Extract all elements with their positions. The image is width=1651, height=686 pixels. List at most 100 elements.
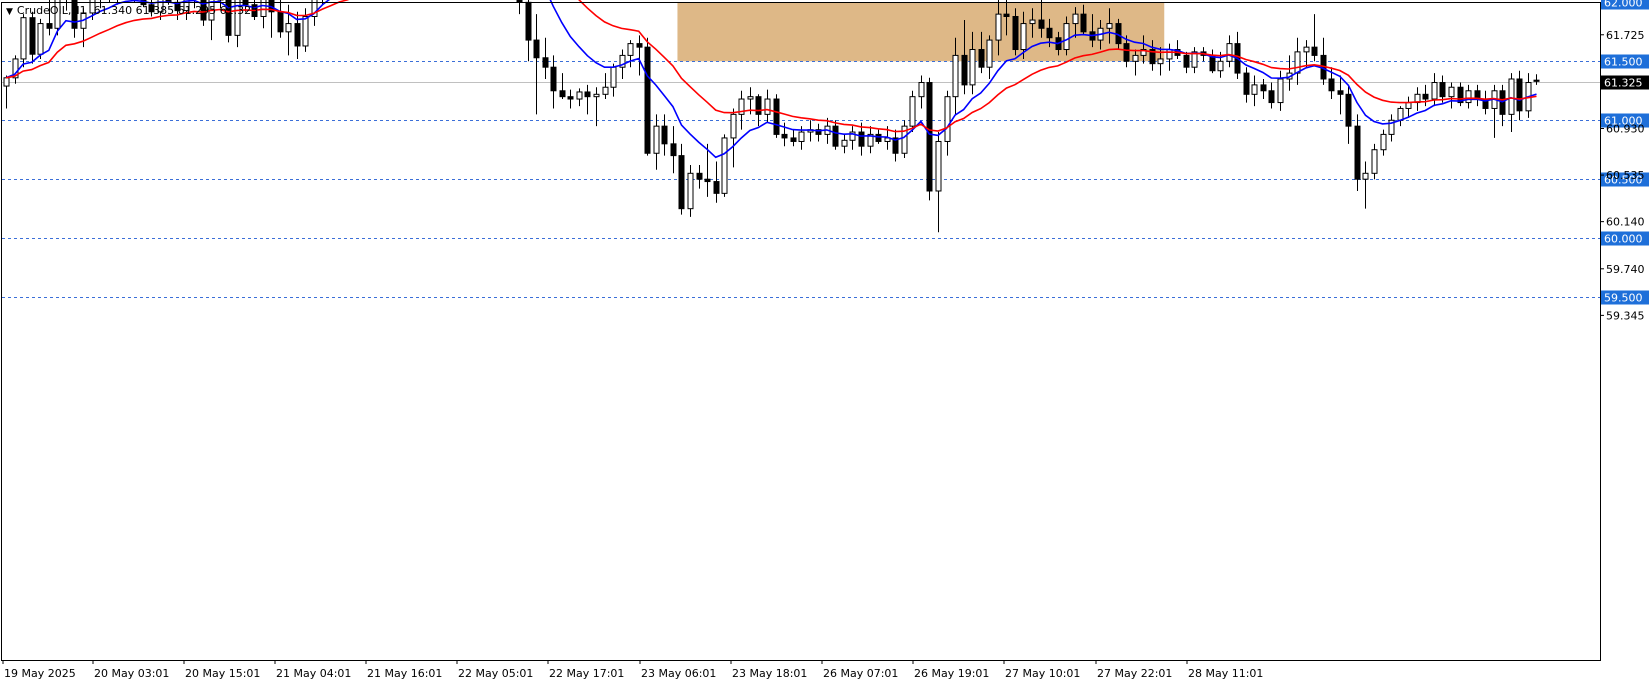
candle-bull [1217,60,1224,72]
candle-bull [952,54,959,98]
candle-bear [1311,46,1318,56]
candle-bull [1371,149,1378,174]
x-tick-label: 28 May 11:01 [1188,667,1263,680]
x-tick-label: 27 May 10:01 [1005,667,1080,680]
x-tick-label: 21 May 16:01 [367,667,442,680]
candle-bear [790,137,797,142]
x-tick-label: 21 May 04:01 [276,667,351,680]
candle-bull [730,113,737,139]
candle-bear [875,133,882,142]
current-price-label: 61.325 [1604,77,1643,90]
candle-bull [1465,90,1472,104]
x-tick-label: 22 May 05:01 [458,667,533,680]
y-tick-label: 60.930 [1606,123,1645,136]
x-tick-label: 20 May 15:01 [185,667,260,680]
x-tick-label: 20 May 03:01 [94,667,169,680]
x-tick-label: 19 May 2025 [4,667,76,680]
candle-bear [277,11,284,33]
candle-bull [1362,172,1369,180]
x-tick-label: 22 May 17:01 [549,667,624,680]
candle-bull [1397,107,1404,121]
candle-bull [1431,82,1438,100]
candle-bear [1422,93,1429,100]
candle-bull [593,93,600,98]
candle-bull [1380,133,1387,151]
candle-bear [525,1,532,41]
candle-bull [841,139,848,147]
candle-bear [704,178,711,183]
price-chart[interactable]: 64.00063.50063.00062.50062.00061.50061.0… [0,0,1651,682]
candle-bear [550,66,557,92]
candle-bull [3,77,10,87]
candle-bull [1132,54,1139,62]
candle-bear [858,131,865,147]
candle-bull [1226,43,1233,62]
candle-bear [1516,78,1523,112]
triangle-down-icon[interactable]: ▼ [6,7,13,17]
candle-bull [653,125,660,154]
y-tick-label: 59.345 [1606,309,1645,322]
candle-bull [627,43,634,56]
y-tick-label: 60.140 [1606,216,1645,229]
candle-bear [678,155,685,210]
candle-bull [935,140,942,192]
candle-bear [1345,93,1352,127]
candle-bull [1106,23,1113,29]
candle-bear [670,143,677,157]
y-tick-label: 61.725 [1606,29,1645,42]
chart-root[interactable]: 64.00063.50063.00062.50062.00061.50061.0… [0,0,1651,682]
candle-bear [584,91,591,98]
candle-bull [1020,23,1027,51]
candle-bear [661,125,668,145]
x-tick-label: 26 May 07:01 [823,667,898,680]
candle-bear [516,0,523,3]
candle-bear [636,43,643,48]
candle-bull [1251,84,1258,95]
level-label: 62.000 [1604,0,1643,10]
candle-bear [46,23,53,29]
candle-bull [37,23,44,55]
x-tick-label: 27 May 22:01 [1097,667,1172,680]
level-label: 59.500 [1604,292,1643,305]
candle-bull [944,96,951,142]
y-tick-label: 59.740 [1606,263,1645,276]
candle-bear [1183,54,1190,68]
candle-bull [969,49,976,86]
candle-bear [294,23,301,47]
candle-bear [1003,13,1010,17]
candle-bear [1012,15,1019,51]
candle-bear [773,98,780,135]
candle-bull [610,66,617,88]
candle-bull [1072,13,1079,25]
x-tick-label: 26 May 19:01 [914,667,989,680]
candle-bear [1354,125,1361,180]
candle-bear [696,172,703,180]
candle-bull [747,96,754,100]
candle-bear [1123,43,1130,62]
candle-bear [978,49,985,68]
candle-bull [764,98,771,115]
candle-bear [781,133,788,139]
chart-header: ▼ CrudeOIL,H1 61.340 61.385 61.295 61.325 [6,4,258,17]
x-tick-label: 23 May 18:01 [732,667,807,680]
candle-bull [721,137,728,194]
candle-bull [1277,78,1284,104]
candle-bear [1038,19,1045,29]
candle-bear [1328,78,1335,92]
candle-bull [1157,58,1164,65]
candle-bull [1405,102,1412,109]
candle-bear [542,57,549,68]
candle-bear [559,90,566,98]
candle-bear [1080,13,1087,33]
candle-bull [798,131,805,142]
candle-bull [1294,51,1301,74]
candle-bull [285,23,292,33]
candle-bear [961,54,968,86]
candle-bear [644,46,651,154]
candle-bear [1046,27,1053,39]
candle-bear [533,39,540,59]
x-tick-label: 23 May 06:01 [641,667,716,680]
candle-bull [986,39,993,68]
candle-bear [1439,82,1446,98]
candle-bull [302,15,309,47]
